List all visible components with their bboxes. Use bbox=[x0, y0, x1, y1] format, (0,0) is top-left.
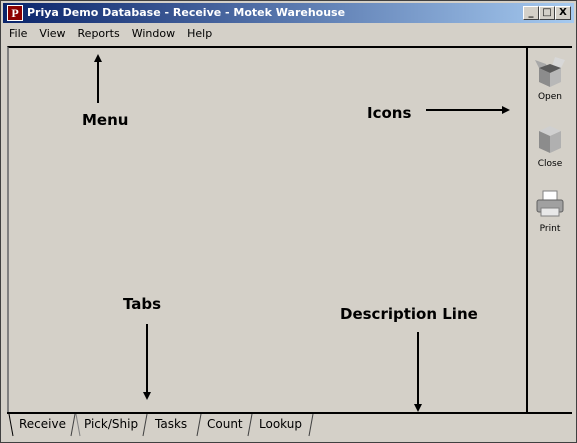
annotation-arrows bbox=[94, 54, 510, 412]
